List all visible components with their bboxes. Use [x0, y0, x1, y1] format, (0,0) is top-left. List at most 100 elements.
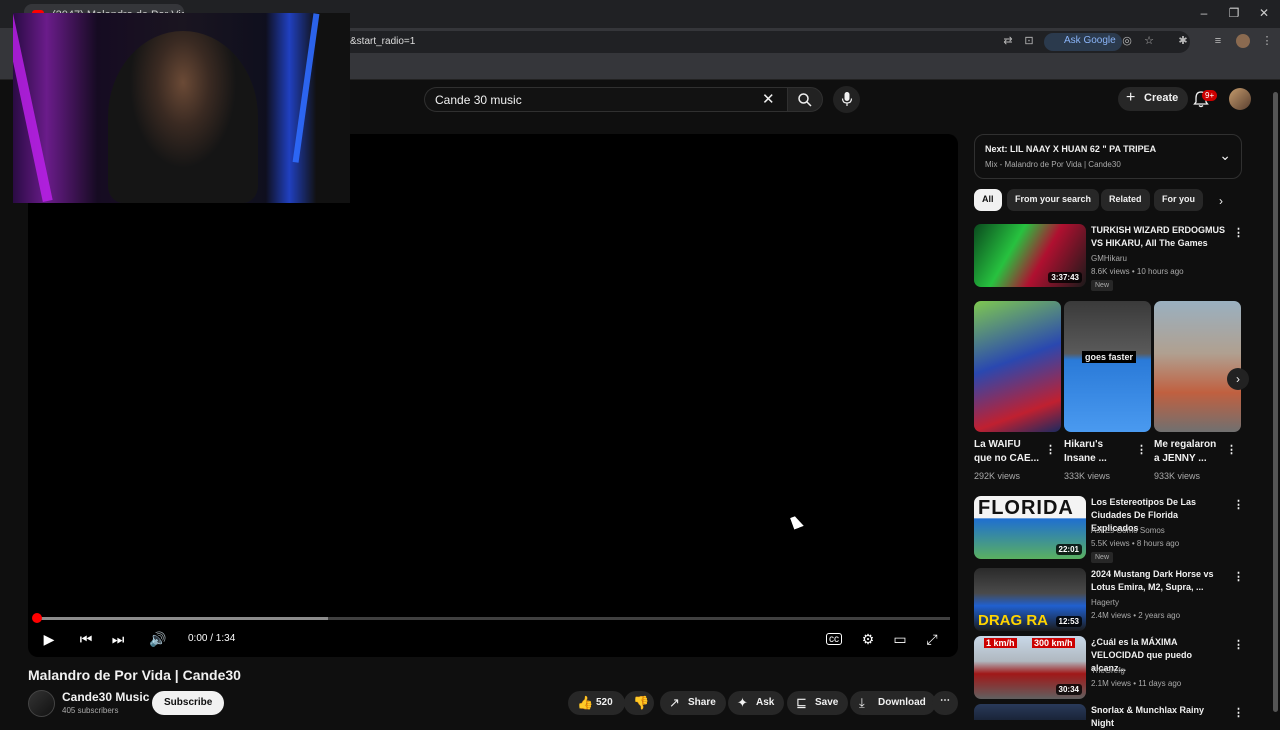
video-thumbnail[interactable]: DRAG RA 12:53	[974, 568, 1086, 631]
notifications-badge: 9+	[1202, 90, 1218, 101]
search-button[interactable]	[787, 87, 823, 112]
share-icon: ↗	[669, 695, 680, 710]
short-title[interactable]: Hikaru's Insane ...	[1064, 438, 1130, 466]
short-title[interactable]: Me regalaron a JENNY ...	[1154, 438, 1220, 466]
up-next-title: Next: LIL NAAY X HUAN 62 " PA TRIPEA	[985, 144, 1157, 154]
account-avatar[interactable]	[1229, 88, 1251, 110]
volume-icon[interactable]: 🔊	[148, 629, 168, 649]
new-badge: New	[1091, 280, 1114, 291]
thumbs-down-icon: 👎	[633, 695, 650, 710]
more-vertical-icon[interactable]: ⋮	[1233, 226, 1244, 239]
chip-from-your-search[interactable]: From your search	[1007, 189, 1100, 211]
extensions-icon[interactable]: ✱	[1176, 34, 1190, 48]
shelf-next-icon[interactable]: ›	[1227, 368, 1249, 390]
media-icon[interactable]: ≡	[1211, 34, 1225, 48]
progress-bar[interactable]	[36, 617, 950, 620]
search-input[interactable]: Cande 30 music	[424, 87, 789, 112]
duration-badge: 12:53	[1055, 616, 1082, 627]
video-card-title[interactable]: TURKISH WIZARD ERDOGMUS VS HIKARU, All T…	[1091, 224, 1226, 250]
chip-for-you[interactable]: For you	[1154, 189, 1203, 211]
bookmark-star-icon[interactable]: ☆	[1142, 34, 1156, 48]
sparkle-icon: ✦	[737, 695, 748, 710]
video-thumbnail[interactable]: FLORIDA 22:01	[974, 496, 1086, 559]
video-thumbnail[interactable]	[974, 704, 1086, 720]
dislike-button[interactable]: 👎	[624, 691, 654, 715]
video-card-title[interactable]: 2024 Mustang Dark Horse vs Lotus Emira, …	[1091, 568, 1226, 594]
profile-avatar[interactable]	[1236, 34, 1250, 48]
streamer-silhouette	[108, 31, 258, 203]
clear-search-icon[interactable]: ✕	[762, 90, 775, 108]
more-vertical-icon[interactable]: ⋮	[1233, 570, 1244, 583]
ask-google-button[interactable]: Ask Google	[1044, 33, 1122, 51]
webcam-overlay	[13, 13, 350, 203]
translate-icon[interactable]: ⇄	[1001, 34, 1015, 48]
video-card-channel[interactable]: Así Es Como Somos	[1091, 526, 1165, 535]
video-card-channel[interactable]: Hagerty	[1091, 598, 1119, 607]
ask-label: Ask	[756, 697, 775, 708]
video-card-meta: 2.1M views • 11 days ago	[1091, 679, 1182, 688]
chevron-right-icon[interactable]: ›	[1219, 194, 1223, 208]
neon-light-left	[13, 14, 53, 202]
install-app-icon[interactable]: ⊡	[1022, 34, 1036, 48]
video-card-title[interactable]: Snorlax & Munchlax Rainy Night	[1091, 704, 1226, 730]
neon-light-right	[292, 13, 320, 163]
save-button[interactable]: ⊑ Save	[787, 691, 849, 715]
ask-button[interactable]: ✦ Ask	[728, 691, 785, 715]
up-next-panel[interactable]: Next: LIL NAAY X HUAN 62 " PA TRIPEA Mix…	[974, 134, 1242, 179]
short-thumbnail[interactable]: goes faster	[1064, 301, 1151, 432]
more-vertical-icon[interactable]: ⋮	[1226, 443, 1237, 456]
fullscreen-icon[interactable]: ⤢	[922, 629, 942, 649]
more-vertical-icon[interactable]: ⋮	[1233, 498, 1244, 511]
like-button[interactable]: 👍 520	[568, 691, 625, 715]
video-thumbnail[interactable]: 3:37:43	[974, 224, 1086, 287]
video-thumbnail[interactable]: 1 km/h 300 km/h 30:34	[974, 636, 1086, 699]
minimize-icon[interactable]: –	[1196, 6, 1212, 20]
chip-all[interactable]: All	[974, 189, 1002, 211]
microphone-icon	[841, 92, 853, 106]
share-button[interactable]: ↗ Share	[660, 691, 726, 715]
theater-mode-icon[interactable]: ▭	[890, 629, 910, 649]
more-vertical-icon[interactable]: ⋮	[1233, 638, 1244, 651]
settings-gear-icon[interactable]: ⚙	[858, 629, 878, 649]
next-icon[interactable]: ⏭	[108, 629, 128, 649]
like-count: 520	[596, 697, 613, 708]
play-icon[interactable]: ▶	[39, 629, 59, 649]
share-label: Share	[688, 697, 716, 708]
video-card-meta: 5.5K views • 8 hours ago	[1091, 539, 1180, 548]
more-vertical-icon[interactable]: ⋮	[1045, 443, 1056, 456]
channel-avatar[interactable]	[28, 690, 55, 717]
thumbnail-text: DRAG RA	[978, 612, 1048, 629]
video-player[interactable]: ▶ ⏮ ⏭ 🔊 0:00 / 1:34 cc ⚙ ▭ ⤢	[28, 134, 958, 657]
buffer-bar	[36, 617, 329, 620]
chip-related[interactable]: Related	[1101, 189, 1150, 211]
more-actions-button[interactable]: ⋯	[932, 691, 958, 715]
chevron-down-icon[interactable]: ⌄	[1219, 147, 1231, 164]
duration-badge: 3:37:43	[1048, 272, 1082, 283]
new-badge: New	[1091, 552, 1114, 563]
short-thumbnail[interactable]	[1154, 301, 1241, 432]
voice-search-button[interactable]	[833, 86, 860, 113]
short-views: 292K views	[974, 471, 1021, 481]
video-card-channel[interactable]: TheGrefg	[1091, 666, 1125, 675]
eye-off-icon[interactable]: ◎	[1120, 34, 1134, 48]
captions-icon[interactable]: cc	[826, 633, 842, 645]
channel-name[interactable]: Cande30 Music	[62, 690, 149, 704]
thumbnail-text: 1 km/h	[984, 638, 1017, 648]
ask-google-label: Ask Google	[1064, 35, 1116, 46]
scrubber-handle[interactable]	[32, 613, 42, 623]
subscribe-button[interactable]: Subscribe	[152, 691, 225, 715]
short-thumbnail[interactable]	[974, 301, 1061, 432]
restore-icon[interactable]: ❐	[1226, 6, 1242, 20]
more-vertical-icon[interactable]: ⋮	[1136, 443, 1147, 456]
download-button[interactable]: ⤓ Download	[850, 691, 936, 715]
previous-icon[interactable]: ⏮	[76, 629, 96, 649]
more-horizontal-icon: ⋯	[940, 695, 950, 706]
browser-menu-icon[interactable]: ⋮	[1260, 34, 1274, 48]
video-card-channel[interactable]: GMHikaru	[1091, 254, 1127, 263]
close-window-icon[interactable]: ✕	[1256, 6, 1272, 20]
page-scrollbar[interactable]	[1271, 80, 1280, 720]
create-button[interactable]: + Create	[1118, 87, 1189, 111]
more-vertical-icon[interactable]: ⋮	[1233, 706, 1244, 719]
short-title[interactable]: La WAIFU que no CAE...	[974, 438, 1040, 466]
scrollbar-thumb[interactable]	[1273, 92, 1278, 712]
